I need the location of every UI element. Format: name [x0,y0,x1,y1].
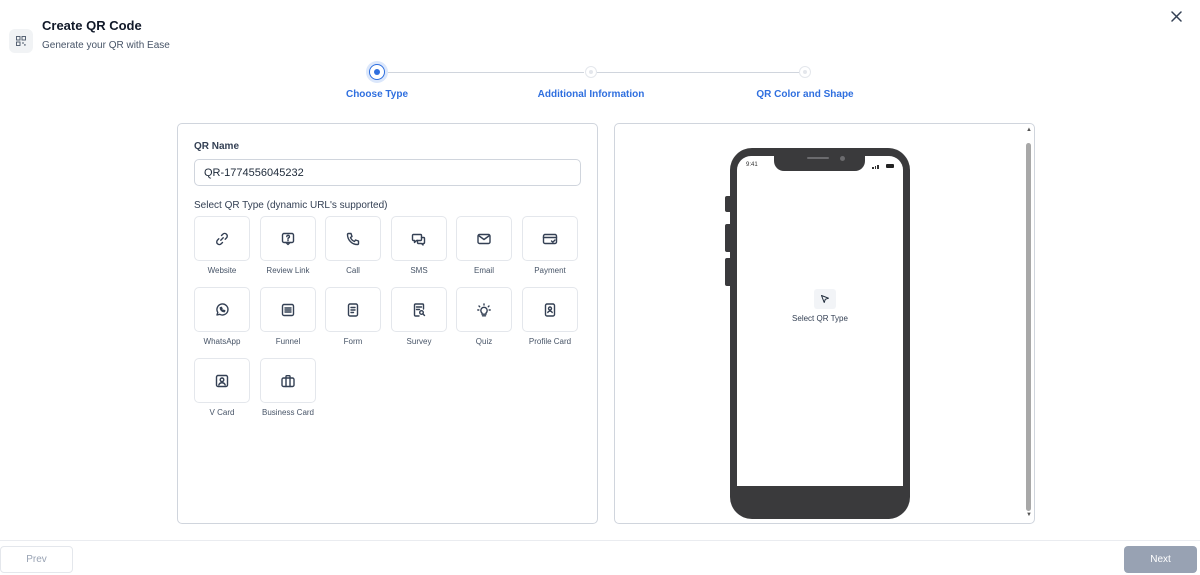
qr-name-label: QR Name [194,141,240,152]
qr-type-label-email: Email [473,266,494,275]
scroll-down-arrow[interactable]: ▼ [1025,512,1033,520]
page-subtitle: Generate your QR with Ease [42,40,170,51]
footer-divider [0,540,1200,541]
phone-icon [346,232,360,245]
phone-screen: 9:41 Select QR Type [737,156,903,486]
quiz-icon [477,302,491,316]
status-icons [872,164,894,169]
qr-type-label-funnel: Funnel [275,337,301,346]
qr-type-v-card[interactable]: V Card [194,358,250,426]
qr-type-label-v-card: V Card [209,408,235,417]
qr-type-business-card[interactable]: Business Card [260,358,316,426]
qr-type-sms[interactable]: SMS [391,216,447,284]
email-icon [477,233,491,244]
step-connector [385,72,584,73]
cursor-icon [814,289,836,309]
qr-type-label-review-link: Review Link [266,266,310,275]
qr-type-label-whatsapp: WhatsApp [203,337,241,346]
page-title: Create QR Code [42,18,142,33]
qr-icon [9,29,33,53]
qr-config-panel: QR Name Select QR Type (dynamic URL's su… [177,123,598,524]
qr-type-label-call: Call [346,266,360,275]
step-label-additional-information[interactable]: Additional Information [538,89,645,100]
phone-notch [774,148,865,171]
step-connector [597,72,799,73]
qr-type-label-survey: Survey [406,337,432,346]
preview-placeholder-text: Select QR Type [792,314,848,323]
step-label-choose-type[interactable]: Choose Type [346,89,408,100]
link-icon [216,232,228,245]
funnel-icon [281,303,295,316]
whatsapp-icon [216,302,229,316]
qr-type-website[interactable]: Website [194,216,250,284]
profile-card-icon [544,302,556,317]
close-button[interactable] [1166,6,1186,26]
qr-type-review-link[interactable]: Review Link [260,216,316,284]
qr-type-profile-card[interactable]: Profile Card [522,287,578,355]
qr-type-form[interactable]: Form [325,287,381,355]
qr-preview-panel: 9:41 Select QR Type ▲ ▼ [614,123,1035,524]
phone-mockup: 9:41 Select QR Type [725,148,910,519]
form-icon [347,302,359,317]
close-icon [1170,10,1182,22]
qr-type-label-sms: SMS [410,266,428,275]
qr-type-label-form: Form [343,337,363,346]
qr-type-email[interactable]: Email [456,216,512,284]
qr-name-input[interactable] [194,159,581,186]
payment-icon [542,233,558,244]
qr-type-label-business-card: Business Card [261,408,315,417]
qr-type-label-payment: Payment [534,266,566,275]
business-card-icon [281,374,295,387]
step-label-qr-color-and-shape[interactable]: QR Color and Shape [756,89,853,100]
qr-type-payment[interactable]: Payment [522,216,578,284]
phone-side-button [725,196,730,212]
vcard-icon [215,374,229,387]
qr-type-label: Select QR Type (dynamic URL's supported) [194,200,388,211]
qr-type-label-quiz: Quiz [475,337,493,346]
qr-type-label-profile-card: Profile Card [528,337,572,346]
phone-side-button [725,224,730,252]
qr-type-funnel[interactable]: Funnel [260,287,316,355]
qr-type-quiz[interactable]: Quiz [456,287,512,355]
step-indicator-additional-information[interactable] [585,66,597,78]
prev-button[interactable]: Prev [0,546,73,573]
qr-type-survey[interactable]: Survey [391,287,447,355]
qr-type-call[interactable]: Call [325,216,381,284]
battery-icon [886,164,894,168]
qr-type-whatsapp[interactable]: WhatsApp [194,287,250,355]
step-indicator-qr-color-and-shape[interactable] [799,66,811,78]
status-time: 9:41 [746,162,758,168]
next-button[interactable]: Next [1124,546,1197,573]
survey-icon [413,302,426,317]
review-icon [281,232,295,245]
step-indicator-choose-type[interactable] [369,64,385,80]
create-qr-modal: Create QR Code Generate your QR with Eas… [0,0,1200,575]
preview-scrollbar[interactable]: ▲ ▼ [1025,125,1033,522]
scroll-up-arrow[interactable]: ▲ [1025,127,1033,135]
sms-icon [411,233,426,246]
phone-side-button [725,258,730,286]
qr-type-label-website: Website [207,266,237,275]
scrollbar-thumb[interactable] [1026,143,1031,511]
